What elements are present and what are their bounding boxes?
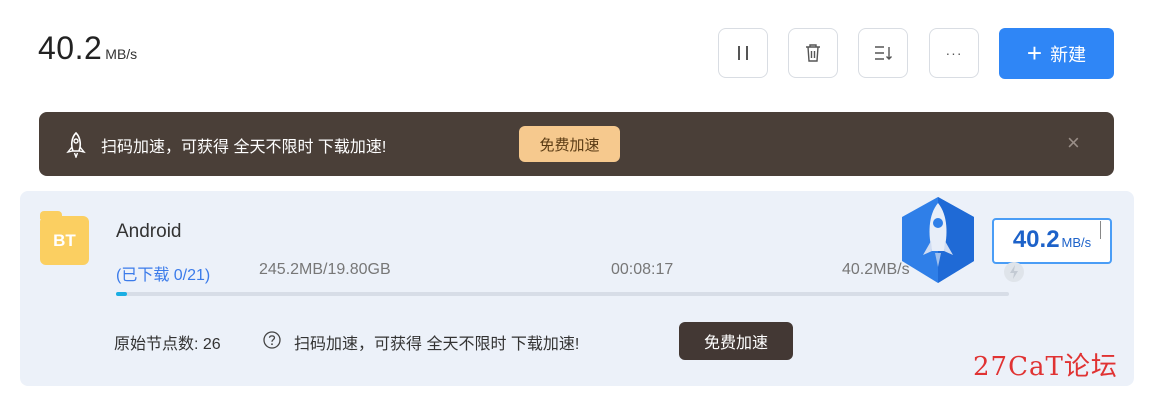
task-promo-text: 扫码加速，可获得 全天不限时 下载加速!: [294, 336, 580, 353]
close-icon[interactable]: ×: [1067, 130, 1080, 156]
trash-icon: [806, 44, 820, 62]
plus-icon: +: [1026, 37, 1043, 68]
progress-bar: [116, 292, 1009, 296]
progress-fill: [116, 292, 127, 296]
bt-file-icon: BT: [40, 211, 89, 265]
sort-button[interactable]: [858, 28, 908, 78]
lightning-icon: [1004, 262, 1024, 282]
pause-icon: [738, 46, 748, 60]
text-cursor: [1100, 221, 1101, 239]
download-status: (已下载 0/21): [116, 267, 211, 284]
sort-icon: [875, 46, 892, 60]
free-boost-button[interactable]: 免费加速: [519, 126, 620, 162]
promo-text: 扫码加速，可获得 全天不限时 下载加速!: [101, 139, 387, 156]
badge-speed-unit: MB/s: [1061, 235, 1092, 250]
download-size: 245.2MB/19.80GB: [259, 261, 391, 278]
task-free-boost-button[interactable]: 免费加速: [679, 322, 793, 360]
rocket-badge-icon: [902, 197, 974, 283]
badge-speed-box: 40.2 MB/s: [992, 218, 1112, 264]
new-task-button[interactable]: + 新建: [999, 28, 1114, 79]
source-node-count: 原始节点数: 26: [114, 336, 221, 353]
remaining-time: 00:08:17: [611, 261, 674, 278]
pause-all-button[interactable]: [718, 28, 768, 78]
more-button[interactable]: ···: [929, 28, 979, 78]
speed-boost-badge[interactable]: 40.2 MB/s: [895, 191, 1130, 291]
rocket-icon: [66, 132, 86, 158]
promo-banner: 扫码加速，可获得 全天不限时 下载加速! 免费加速 ×: [39, 112, 1114, 176]
total-speed-unit: MB/s: [105, 46, 138, 62]
total-speed-value: 40.2: [38, 30, 103, 66]
total-speed: 40.2 MB/s: [38, 30, 137, 67]
new-task-label: 新建: [1050, 44, 1087, 65]
more-icon: ···: [945, 45, 963, 61]
watermark: 27CaT论坛: [973, 352, 1118, 382]
bt-label: BT: [53, 230, 76, 250]
badge-speed-value: 40.2: [1012, 226, 1060, 253]
task-name: Android: [116, 221, 182, 242]
task-card[interactable]: BT Android (已下载 0/21) 245.2MB/19.80GB 00…: [20, 191, 1134, 386]
delete-button[interactable]: [788, 28, 838, 78]
help-icon[interactable]: [262, 330, 282, 350]
